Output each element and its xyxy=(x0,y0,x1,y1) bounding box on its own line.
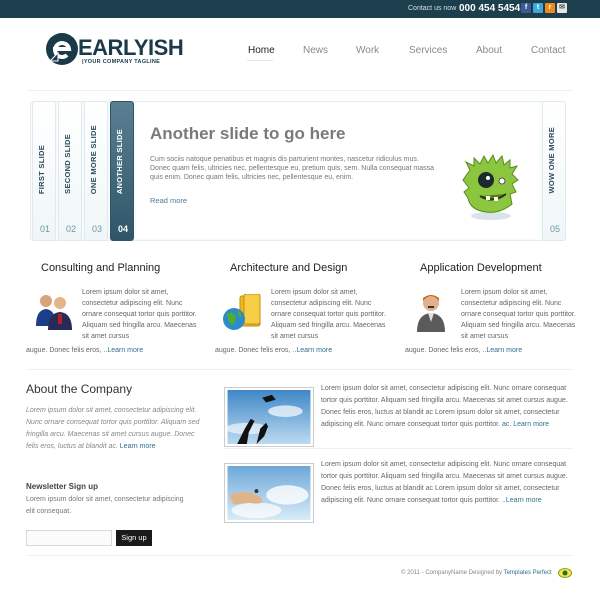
slide-text: Cum sociis natoque penatibus et magnis d… xyxy=(150,156,435,181)
developer-avatar-icon xyxy=(417,295,445,332)
slider-tab-another[interactable]: ANOTHER SLIDE 04 xyxy=(110,101,134,241)
tab-label: ONE MORE SLIDE xyxy=(89,124,98,194)
twitter-icon[interactable]: t xyxy=(533,3,543,13)
service-learn-more-link[interactable]: Learn more xyxy=(296,347,332,354)
service-text-tail: augue. Donec felis eros, ..Learn more xyxy=(26,347,143,354)
nav-contact[interactable]: Contact xyxy=(531,45,565,56)
contact-label: Contact us now xyxy=(408,5,457,12)
tab-label: WOW ONE MORE xyxy=(547,127,556,194)
slide-read-more-link[interactable]: Read more xyxy=(150,196,187,205)
top-bar: Contact us now 000 454 5454 f t r ✉ xyxy=(0,0,600,18)
article-text: Lorem ipsum dolor sit amet, consectetur … xyxy=(321,383,573,431)
logo[interactable]: EARLYISH |YOUR COMPANY TAGLINE xyxy=(44,31,204,71)
about-learn-more-link[interactable]: Learn more xyxy=(120,443,156,450)
nav-work[interactable]: Work xyxy=(356,45,379,56)
nav-active-underline xyxy=(247,60,273,61)
about-text: Lorem ipsum dolor sit amet, consectetur … xyxy=(26,405,201,453)
email-icon[interactable]: ✉ xyxy=(557,3,567,13)
service-learn-more-link[interactable]: Learn more xyxy=(486,347,522,354)
nav-news[interactable]: News xyxy=(303,45,328,56)
slider-tab-first[interactable]: FIRST SLIDE 01 xyxy=(32,101,56,241)
tab-number: 03 xyxy=(91,224,102,234)
people-icon xyxy=(36,295,72,330)
tab-number: 02 xyxy=(65,224,76,234)
article-image-hand[interactable] xyxy=(224,463,314,523)
newsletter-email-input[interactable] xyxy=(26,530,112,546)
hand-sky-photo-icon xyxy=(227,466,311,520)
tab-label: SECOND SLIDE xyxy=(63,134,72,194)
phone-number: 000 454 5454 xyxy=(459,3,521,14)
service-text: Lorem ipsum dolor sit amet, consectetur … xyxy=(461,289,576,340)
logo-mark-icon xyxy=(46,33,78,65)
article-text: Lorem ipsum dolor sit amet, consectetur … xyxy=(321,459,573,507)
nav-about[interactable]: About xyxy=(476,45,502,56)
footer-copyright: © 2011 - CompanyName Designed by xyxy=(401,570,503,576)
nav-home[interactable]: Home xyxy=(248,45,275,56)
service-text: Lorem ipsum dolor sit amet, consectetur … xyxy=(271,289,386,340)
tab-number: 05 xyxy=(549,224,560,234)
service-tail-text: augue. Donec felis eros, .. xyxy=(26,347,108,354)
tab-label: ANOTHER SLIDE xyxy=(115,128,124,194)
article-image-graduation[interactable] xyxy=(224,387,314,447)
slider-tab-wow[interactable]: WOW ONE MORE 05 xyxy=(542,101,566,241)
header-divider xyxy=(27,90,573,91)
eye-logo-icon xyxy=(558,568,572,578)
about-body: Lorem ipsum dolor sit amet, consectetur … xyxy=(26,407,200,450)
tab-label: FIRST SLIDE xyxy=(37,144,46,194)
service-title-architecture: Architecture and Design xyxy=(230,262,348,274)
newsletter-signup-button[interactable]: Sign up xyxy=(116,530,152,546)
article-learn-more-link[interactable]: ac. Learn more xyxy=(502,421,549,428)
service-tail-text: augue. Donec felis eros, .. xyxy=(405,347,487,354)
service-learn-more-link[interactable]: Learn more xyxy=(107,347,143,354)
slider-tab-second[interactable]: SECOND SLIDE 02 xyxy=(58,101,82,241)
service-text-tail: augue. Donec felis eros, ..Learn more xyxy=(215,347,332,354)
tab-number: 04 xyxy=(117,224,128,234)
footer: © 2011 - CompanyName Designed by Templat… xyxy=(401,570,552,576)
nav-services[interactable]: Services xyxy=(409,45,447,56)
slider-tab-one-more[interactable]: ONE MORE SLIDE 03 xyxy=(84,101,108,241)
section-divider xyxy=(27,369,573,370)
service-text-tail: augue. Donec felis eros, ..Learn more xyxy=(405,347,522,354)
about-title: About the Company xyxy=(26,382,133,396)
facebook-icon[interactable]: f xyxy=(521,3,531,13)
graduation-cap-photo-icon xyxy=(225,390,311,444)
article-learn-more-link[interactable]: ..Learn more xyxy=(502,497,542,504)
service-title-development: Application Development xyxy=(420,262,542,274)
logo-name: EARLYISH xyxy=(78,35,184,60)
globe-folder-icon xyxy=(223,294,261,330)
tab-number: 01 xyxy=(39,224,50,234)
service-tail-text: augue. Donec felis eros, .. xyxy=(215,347,297,354)
footer-divider xyxy=(27,555,573,556)
service-text: Lorem ipsum dolor sit amet, consectetur … xyxy=(82,289,197,340)
newsletter-text: Lorem ipsum dolor sit amet, consectetur … xyxy=(26,496,184,515)
monster-mascot-icon xyxy=(462,153,519,220)
slide-title: Another slide to go here xyxy=(150,124,346,143)
newsletter-title: Newsletter Sign up xyxy=(26,482,99,491)
service-title-consulting: Consulting and Planning xyxy=(41,262,161,274)
logo-tagline: |YOUR COMPANY TAGLINE xyxy=(82,59,161,65)
rss-icon[interactable]: r xyxy=(545,3,555,13)
article-divider xyxy=(224,448,573,449)
footer-designer-link[interactable]: Templates Perfect xyxy=(504,570,552,576)
